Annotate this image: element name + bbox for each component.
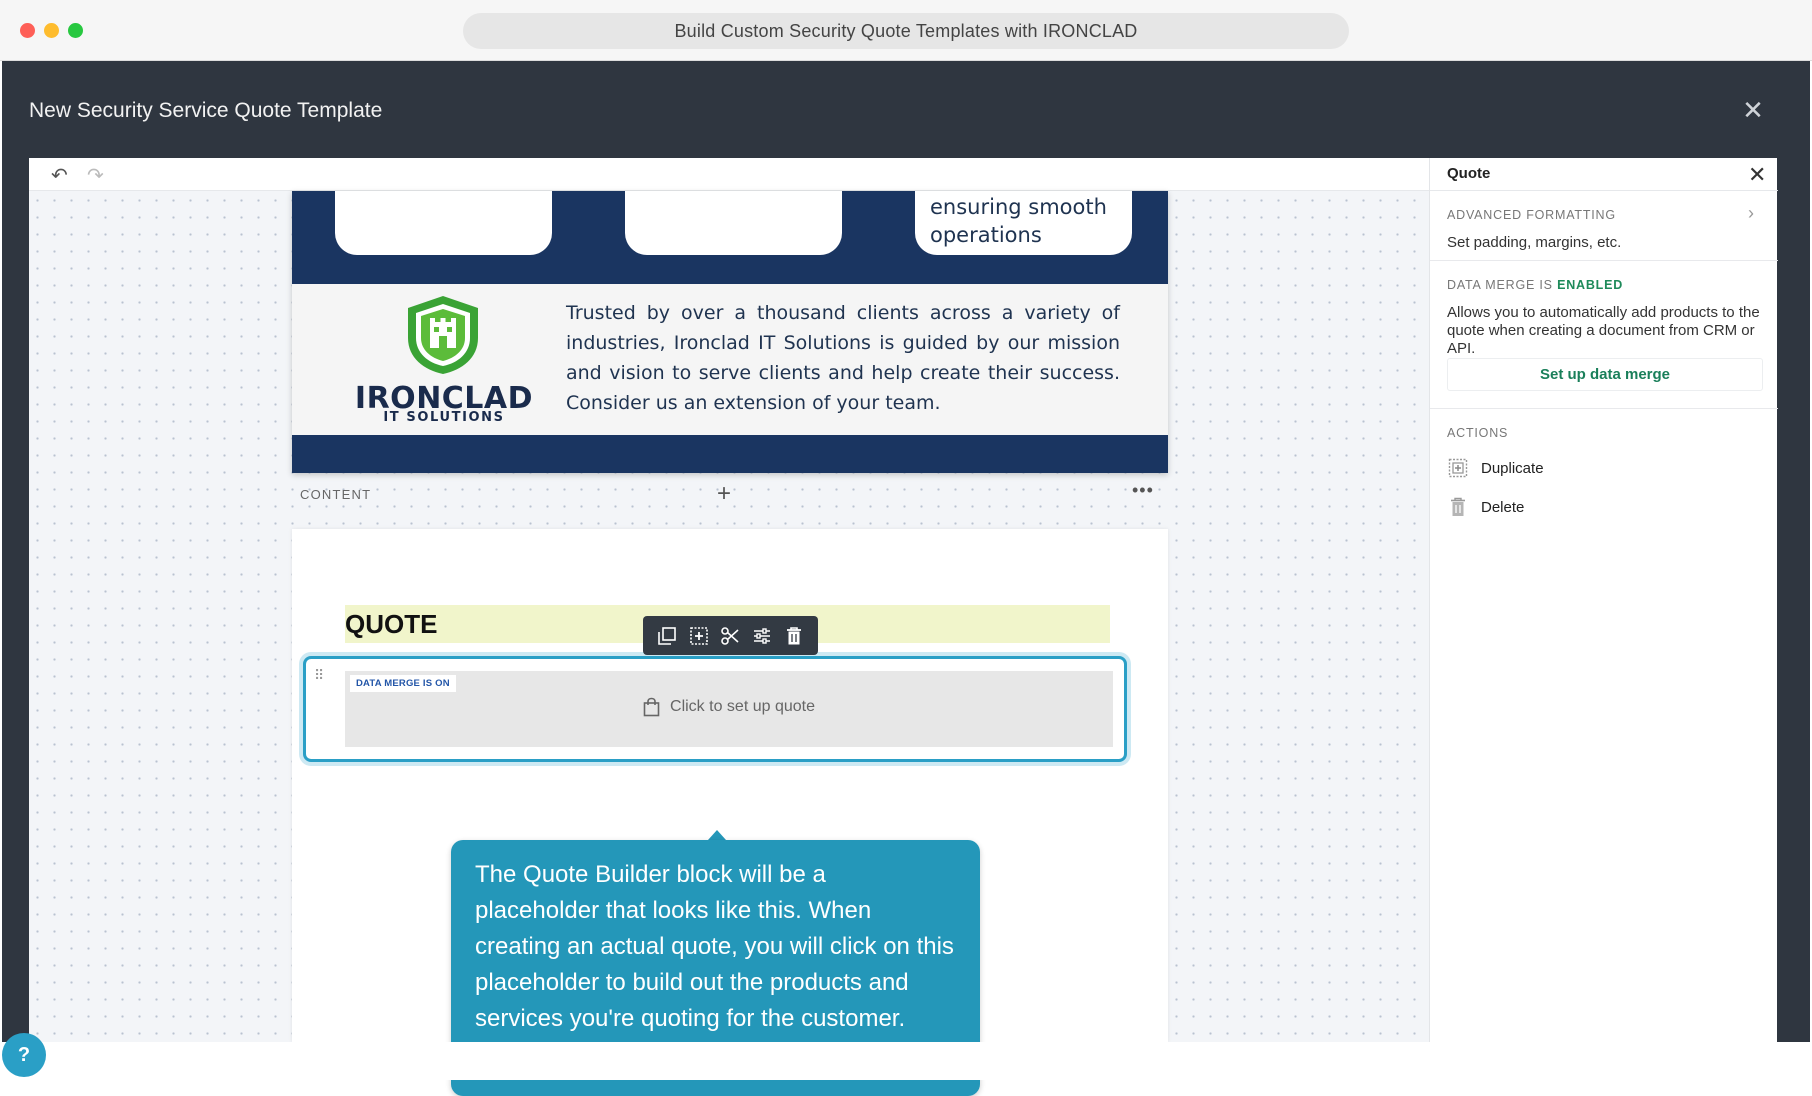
more-options-icon[interactable]: ••• <box>1132 480 1154 501</box>
close-icon[interactable]: ✕ <box>1748 162 1766 188</box>
logo-subtitle: IT SOLUTIONS <box>383 410 505 425</box>
help-button[interactable]: ? <box>2 1033 46 1077</box>
delete-label: Delete <box>1481 498 1525 516</box>
drag-handle-icon[interactable]: ⠿ <box>314 667 324 684</box>
undo-icon[interactable]: ↶ <box>51 163 68 188</box>
editor-toolbar: ↶ ↷ <box>29 158 1429 191</box>
feature-card <box>625 191 842 255</box>
data-merge-section: DATA MERGE IS ENABLED Allows you to auto… <box>1430 261 1778 409</box>
trash-icon <box>1447 496 1469 518</box>
advanced-formatting-label: ADVANCED FORMATTING <box>1447 208 1616 222</box>
copy-icon[interactable] <box>655 624 679 648</box>
minimize-window-button[interactable] <box>44 23 59 38</box>
shield-logo-icon <box>408 296 478 374</box>
tooltip-arrow <box>708 830 726 840</box>
duplicate-label: Duplicate <box>1481 459 1544 477</box>
feature-card <box>335 191 552 255</box>
template-header-section[interactable]: ensuring smooth operations IRONCLAD IT S… <box>292 191 1168 473</box>
data-merge-label-prefix: DATA MERGE IS <box>1447 278 1558 292</box>
window-bottom-edge <box>0 1042 1812 1080</box>
feature-card: ensuring smooth operations <box>915 191 1132 255</box>
settings-icon[interactable] <box>750 624 774 648</box>
quote-builder-block[interactable]: ⠿ DATA MERGE IS ON Click to set up quote <box>303 656 1127 762</box>
redo-icon[interactable]: ↷ <box>87 163 104 188</box>
maximize-window-button[interactable] <box>68 23 83 38</box>
about-section: IRONCLAD IT SOLUTIONS Trusted by over a … <box>292 284 1168 435</box>
address-bar[interactable]: Build Custom Security Quote Templates wi… <box>463 13 1349 49</box>
title-bar: Build Custom Security Quote Templates wi… <box>0 0 1812 61</box>
shopping-bag-icon <box>643 697 660 717</box>
properties-panel: Quote ✕ ADVANCED FORMATTING › Set paddin… <box>1429 158 1778 1042</box>
scissors-icon[interactable] <box>718 624 742 648</box>
add-block-icon[interactable]: + <box>717 480 731 508</box>
trash-icon[interactable] <box>782 624 806 648</box>
data-merge-desc: Allows you to automatically add products… <box>1447 304 1760 357</box>
block-toolbar <box>643 616 818 655</box>
actions-label: ACTIONS <box>1447 426 1509 440</box>
delete-action[interactable]: Delete <box>1447 493 1524 521</box>
data-merge-badge: DATA MERGE IS ON <box>350 675 456 692</box>
chevron-right-icon[interactable]: › <box>1748 203 1754 224</box>
modal: New Security Service Quote Template ✕ ↶ … <box>2 61 1810 1096</box>
duplicate-action[interactable]: Duplicate <box>1447 454 1544 482</box>
advanced-formatting-desc: Set padding, margins, etc. <box>1447 234 1622 251</box>
add-block-icon[interactable] <box>687 624 711 648</box>
close-window-button[interactable] <box>20 23 35 38</box>
content-section-label: CONTENT <box>300 487 372 502</box>
close-icon[interactable]: ✕ <box>1742 97 1764 123</box>
browser-window: Build Custom Security Quote Templates wi… <box>0 0 1812 1096</box>
placeholder-content: Click to set up quote <box>345 697 1113 717</box>
panel-title: Quote <box>1447 165 1491 182</box>
about-text: Trusted by over a thousand clients acros… <box>566 302 1120 414</box>
placeholder-label: Click to set up quote <box>670 698 815 715</box>
advanced-formatting-section[interactable]: ADVANCED FORMATTING › Set padding, margi… <box>1430 191 1778 261</box>
duplicate-icon <box>1447 457 1469 479</box>
data-merge-label: DATA MERGE IS ENABLED <box>1447 278 1623 292</box>
modal-title: New Security Service Quote Template <box>29 99 383 122</box>
data-merge-status: ENABLED <box>1557 278 1624 292</box>
set-up-data-merge-button[interactable]: Set up data merge <box>1447 358 1763 391</box>
quote-placeholder[interactable]: DATA MERGE IS ON Click to set up quote <box>345 671 1113 747</box>
panel-header: Quote ✕ <box>1430 158 1778 191</box>
